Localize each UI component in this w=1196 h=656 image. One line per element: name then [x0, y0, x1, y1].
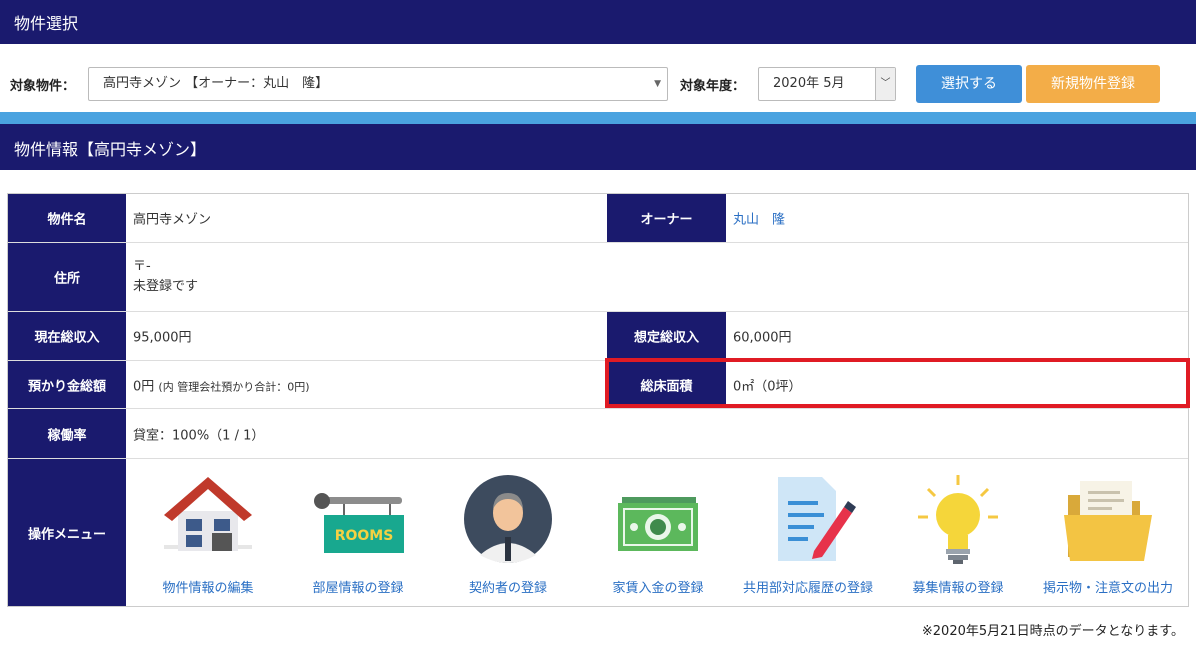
expected-income-cell: 60,000円 — [733, 330, 792, 346]
income-header: 現在総収入 — [8, 312, 126, 360]
data-timestamp-note: ※2020年5月21日時点のデータとなります。 — [921, 624, 1184, 639]
owner-link[interactable]: 丸山 隆 — [733, 209, 785, 228]
occupancy-header: 稼働率 — [8, 409, 126, 458]
address-value: 未登録です — [133, 279, 199, 294]
menu-register-common-area-history[interactable]: 共用部対応履歴の登録 — [733, 471, 883, 596]
address-cell: 〒- 未登録です — [126, 243, 1188, 311]
year-label: 対象年度： — [680, 79, 746, 94]
money-icon — [618, 497, 698, 551]
menu-register-rooms[interactable]: ROOMS 部屋情報の登録 — [283, 471, 433, 596]
svg-text:ROOMS: ROOMS — [335, 528, 394, 544]
property-selector: 対象物件： 高円寺メゾン 【オーナー：丸山 隆】 ▼ 対象年度： 2020年 5… — [0, 44, 1196, 112]
menu-cell: 物件情報の編集 ROOMS 部屋情報の登録 契約者の登録 家賃入金の登録 共用部… — [126, 459, 1188, 606]
occupancy-cell: 貸室：100%（1 / 1） — [133, 428, 265, 443]
property-select-value: 高円寺メゾン 【オーナー：丸山 隆】 — [103, 76, 329, 91]
new-property-button[interactable]: 新規物件登録 — [1026, 65, 1160, 103]
table-row: 物件名 高円寺メゾン オーナー 丸山 隆 — [8, 194, 1188, 243]
info-header: 物件情報【高円寺メゾン】 — [0, 124, 1196, 170]
select-button[interactable]: 選択する — [916, 65, 1022, 103]
name-header: 物件名 — [8, 194, 126, 242]
menu-register-recruitment[interactable]: 募集情報の登録 — [883, 471, 1033, 596]
page-title: 物件選択 — [14, 14, 79, 33]
owner-header: オーナー — [607, 194, 726, 242]
menu-register-tenant[interactable]: 契約者の登録 — [433, 471, 583, 596]
info-title: 物件情報【高円寺メゾン】 — [14, 140, 207, 159]
floor-area-highlight — [605, 358, 1190, 408]
lightbulb-icon — [918, 475, 998, 564]
chevron-down-icon: ﹀ — [875, 68, 895, 100]
divider-stripe — [0, 112, 1196, 124]
menu-header: 操作メニュー — [8, 459, 126, 606]
table-row: 住所 〒- 未登録です — [8, 243, 1188, 312]
person-icon — [464, 475, 552, 563]
income-cell: 95,000円 — [133, 330, 192, 346]
menu-register-rent-payment[interactable]: 家賃入金の登録 — [583, 471, 733, 596]
table-row: 稼働率 貸室：100%（1 / 1） — [8, 409, 1188, 459]
property-label: 対象物件： — [10, 79, 76, 94]
page-header: 物件選択 — [0, 0, 1196, 44]
folder-icon — [1064, 481, 1152, 561]
deposit-value: 0円 — [133, 379, 155, 394]
address-header: 住所 — [8, 243, 126, 311]
rooms-sign-icon: ROOMS — [314, 493, 404, 553]
document-pen-icon — [778, 477, 856, 561]
year-select-value: 2020年 5月 — [773, 76, 845, 91]
deposit-note: (内 管理会社預かり合計：0円) — [158, 380, 310, 393]
menu-edit-property[interactable]: 物件情報の編集 — [133, 471, 283, 596]
year-select[interactable]: 2020年 5月 ﹀ — [758, 67, 896, 101]
property-select[interactable]: 高円寺メゾン 【オーナー：丸山 隆】 ▼ — [88, 67, 668, 101]
postal-code: 〒- — [133, 259, 151, 274]
dropdown-arrow-icon: ▼ — [654, 79, 661, 89]
deposit-header: 預かり金総額 — [8, 361, 126, 408]
expected-income-header: 想定総収入 — [607, 312, 726, 360]
name-cell: 高円寺メゾン — [133, 212, 212, 228]
menu-print-notices[interactable]: 掲示物・注意文の出力 — [1033, 471, 1183, 596]
house-icon — [164, 477, 252, 551]
table-row: 現在総収入 95,000円 想定総収入 60,000円 — [8, 312, 1188, 361]
deposit-cell: 0円 (内 管理会社預かり合計：0円) — [126, 361, 607, 408]
table-row: 操作メニュー 物件情報の編集 ROOMS 部屋情報の登録 契約者の登録 家賃入金… — [8, 459, 1188, 606]
owner-cell: 丸山 隆 — [726, 194, 1188, 242]
